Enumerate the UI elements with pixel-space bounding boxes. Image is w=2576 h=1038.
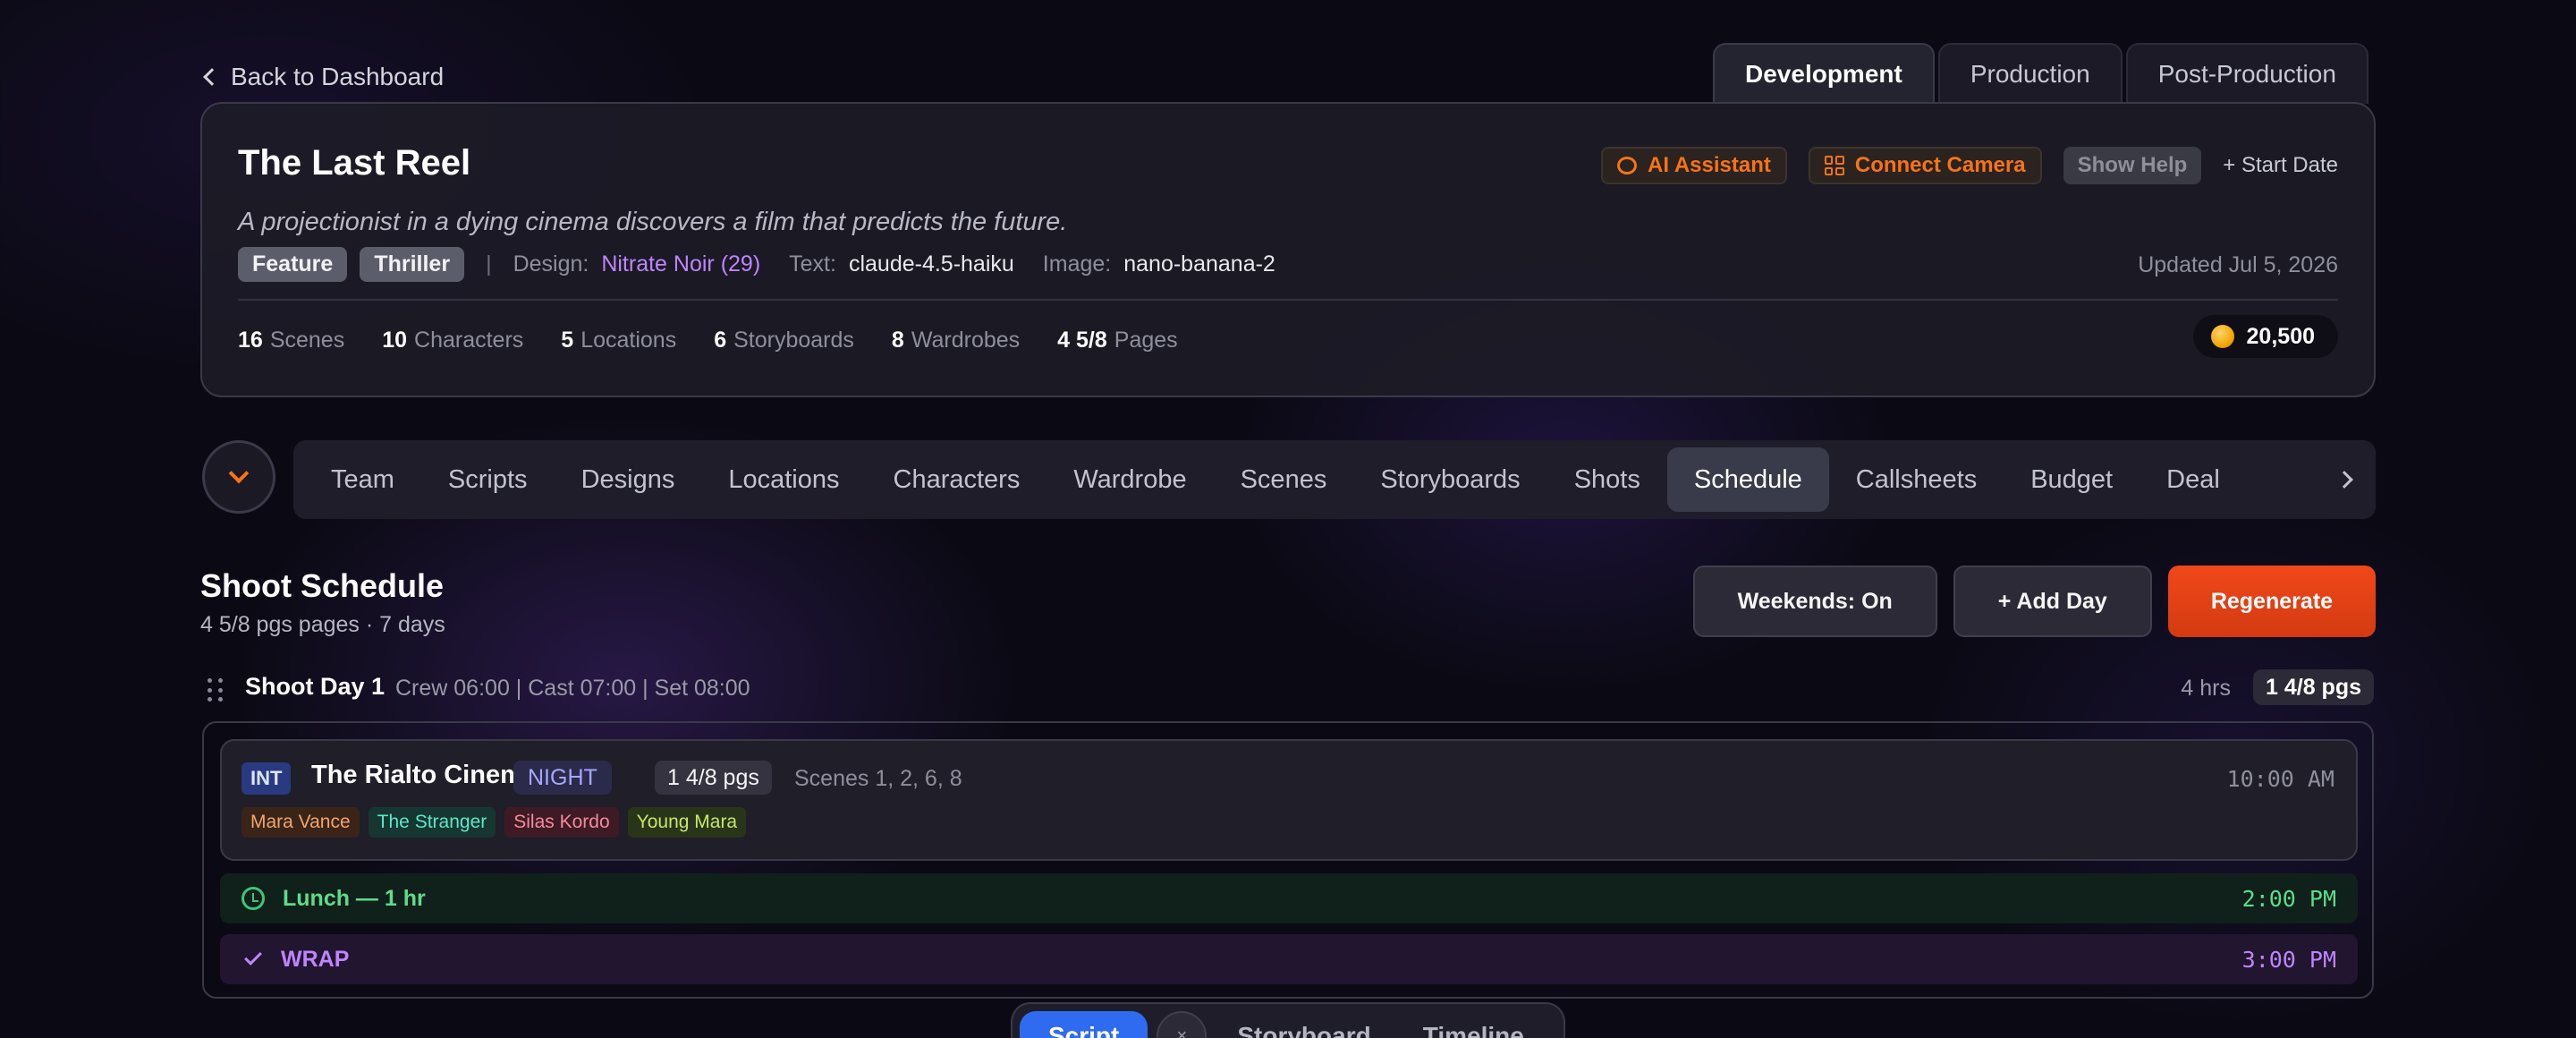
text-model-value: claude-4.5-haiku — [848, 251, 1014, 277]
nav-team[interactable]: Team — [304, 447, 421, 512]
add-day-button[interactable]: + Add Day — [1953, 566, 2152, 637]
drag-handle-icon[interactable] — [208, 678, 224, 703]
phase-tabs: Development Production Post-Production — [1713, 43, 2372, 104]
tab-production[interactable]: Production — [1937, 43, 2123, 104]
nav-shots[interactable]: Shots — [1547, 447, 1667, 512]
bottom-dock: Script × Storyboard Timeline — [1011, 1002, 1565, 1038]
day-call-times: Crew 06:00 | Cast 07:00 | Set 08:00 — [395, 676, 750, 701]
nav-locations[interactable]: Locations — [701, 447, 866, 512]
schedule-subtitle: 4 5/8 pgs pages · 7 days — [200, 612, 445, 637]
day-pages-badge: 1 4/8 pgs — [2253, 669, 2374, 705]
chevron-right-icon — [2335, 471, 2353, 489]
nav-storyboards[interactable]: Storyboards — [1353, 447, 1546, 512]
genre-tag: Thriller — [360, 246, 465, 282]
nav-designs[interactable]: Designs — [555, 447, 702, 512]
show-help-button[interactable]: Show Help — [2063, 147, 2202, 184]
ai-assistant-label: AI Assistant — [1648, 153, 1771, 177]
design-value[interactable]: Nitrate Noir (29) — [601, 251, 760, 277]
lunch-label: Lunch — 1 hr — [283, 885, 426, 911]
collapse-nav-button[interactable] — [202, 440, 275, 514]
nav-scroll-right-button[interactable] — [2304, 440, 2376, 519]
header-divider — [238, 299, 2338, 301]
tab-development[interactable]: Development — [1713, 43, 1935, 104]
check-icon — [244, 948, 262, 966]
cast-chip: Silas Kordo — [504, 807, 619, 838]
schedule-actions: Weekends: On + Add Day Regenerate — [1692, 566, 2376, 637]
credits-balance: 20,500 — [2192, 315, 2338, 358]
section-nav: Team Scripts Designs Locations Character… — [293, 440, 2376, 519]
cast-chip: Mara Vance — [242, 807, 360, 838]
nav-characters[interactable]: Characters — [867, 447, 1047, 512]
stat-locations: 5 Locations — [561, 327, 677, 353]
stat-pages: 4 5/8 Pages — [1057, 327, 1178, 353]
nav-scripts[interactable]: Scripts — [421, 447, 555, 512]
int-ext-badge: INT — [242, 762, 292, 795]
close-icon[interactable]: × — [1157, 1011, 1208, 1038]
wrap-row: WRAP 3:00 PM — [220, 934, 2358, 984]
project-title: The Last Reel — [238, 143, 471, 183]
project-meta: Feature Thriller | Design: Nitrate Noir … — [238, 246, 1292, 282]
scene-location: The Rialto Cinema — [311, 761, 538, 789]
coin-icon — [2210, 325, 2234, 348]
nav-scenes[interactable]: Scenes — [1214, 447, 1354, 512]
lunch-time: 2:00 PM — [2241, 885, 2336, 912]
cast-list: Mara Vance The Stranger Silas Kordo Youn… — [242, 807, 747, 838]
nav-callsheets[interactable]: Callsheets — [1829, 447, 2004, 512]
nav-schedule[interactable]: Schedule — [1666, 447, 1829, 512]
regenerate-button[interactable]: Regenerate — [2167, 566, 2376, 637]
nav-budget[interactable]: Budget — [2004, 447, 2140, 512]
nav-wardrobe[interactable]: Wardrobe — [1046, 447, 1213, 512]
stat-wardrobes: 8 Wardrobes — [891, 327, 1021, 353]
grid-icon — [1824, 156, 1844, 175]
day-title: Shoot Day 1 — [245, 673, 386, 700]
project-header-card: The Last Reel AI Assistant Connect Camer… — [200, 102, 2376, 397]
cast-chip: Young Mara — [627, 807, 747, 838]
back-label: Back to Dashboard — [231, 63, 445, 90]
scene-numbers: Scenes 1, 2, 6, 8 — [794, 766, 962, 791]
chevron-left-icon — [203, 68, 221, 86]
time-of-day-badge: NIGHT — [513, 761, 612, 795]
chevron-down-icon — [228, 463, 250, 484]
tab-post-production[interactable]: Post-Production — [2125, 43, 2368, 104]
dock-timeline-button[interactable]: Timeline — [1402, 1011, 1546, 1038]
back-to-dashboard-link[interactable]: Back to Dashboard — [200, 59, 444, 95]
ai-assistant-button[interactable]: AI Assistant — [1601, 147, 1787, 184]
scene-time: 10:00 AM — [2226, 766, 2334, 792]
wrap-time: 3:00 PM — [2241, 946, 2336, 973]
project-stats: 16 Scenes 10 Characters 5 Locations 6 Storyb… — [238, 322, 1178, 358]
design-label: Design: — [513, 251, 589, 277]
image-model-value: nano-banana-2 — [1123, 251, 1275, 277]
stat-characters: 10 Characters — [382, 327, 524, 353]
project-logline: A projectionist in a dying cinema discov… — [238, 208, 1068, 236]
dock-script-button[interactable]: Script — [1020, 1011, 1148, 1038]
chat-icon — [1617, 157, 1638, 174]
cast-chip: The Stranger — [368, 807, 496, 838]
credits-value: 20,500 — [2246, 323, 2315, 349]
scene-strip[interactable]: INT The Rialto Cinema NIGHT 1 4/8 pgs Sc… — [220, 739, 2358, 861]
connect-camera-label: Connect Camera — [1854, 153, 2026, 177]
updated-date: Updated Jul 5, 2026 — [2138, 252, 2338, 277]
clock-icon — [242, 887, 265, 910]
start-date-button[interactable]: + Start Date — [2223, 153, 2338, 178]
nav-deal[interactable]: Deal — [2140, 447, 2247, 512]
wrap-label: WRAP — [281, 946, 350, 972]
schedule-title: Shoot Schedule — [200, 567, 445, 604]
shoot-day-box: INT The Rialto Cinema NIGHT 1 4/8 pgs Sc… — [202, 721, 2374, 999]
meta-separator: | — [486, 251, 492, 277]
format-tag: Feature — [238, 246, 348, 282]
text-model-label: Text: — [789, 251, 836, 277]
lunch-break-row: Lunch — 1 hr 2:00 PM — [220, 873, 2358, 923]
stat-scenes: 16 Scenes — [238, 327, 345, 353]
stat-storyboards: 6 Storyboards — [714, 327, 854, 353]
image-model-label: Image: — [1042, 251, 1112, 277]
weekends-toggle-button[interactable]: Weekends: On — [1692, 566, 1937, 637]
dock-storyboard-button[interactable]: Storyboard — [1216, 1011, 1392, 1038]
day-hours: 4 hrs — [2181, 676, 2231, 701]
connect-camera-button[interactable]: Connect Camera — [1808, 147, 2042, 184]
header-actions: AI Assistant Connect Camera Show Help + … — [1601, 147, 2338, 184]
scene-pages-badge: 1 4/8 pgs — [655, 761, 772, 795]
